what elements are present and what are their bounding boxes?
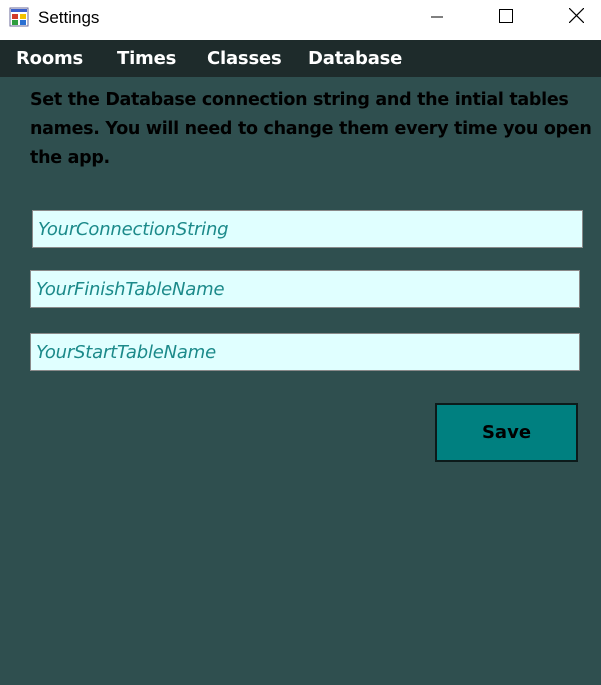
save-button[interactable]: Save: [435, 403, 578, 462]
close-icon: [568, 7, 584, 27]
maximize-button[interactable]: [483, 0, 529, 34]
menu-item-rooms[interactable]: Rooms: [16, 48, 83, 69]
menu-bar: Rooms Times Classes Database: [0, 40, 601, 77]
instructions-text: Set the Database connection string and t…: [30, 90, 592, 168]
title-bar: Settings: [0, 0, 601, 40]
menu-item-times[interactable]: Times: [117, 48, 176, 69]
minimize-icon: [431, 8, 443, 27]
menu-item-classes[interactable]: Classes: [207, 48, 282, 69]
minimize-button[interactable]: [414, 0, 460, 34]
settings-window: Settings Rooms Times Classes Database Se…: [0, 0, 601, 685]
close-button[interactable]: [553, 0, 599, 34]
start-table-name-input[interactable]: [30, 333, 580, 371]
app-window-icon: [9, 7, 29, 27]
menu-item-database[interactable]: Database: [308, 48, 402, 69]
maximize-icon: [499, 8, 513, 27]
connection-string-input[interactable]: [32, 210, 583, 248]
finish-table-name-input[interactable]: [30, 270, 580, 308]
window-title: Settings: [38, 8, 100, 27]
